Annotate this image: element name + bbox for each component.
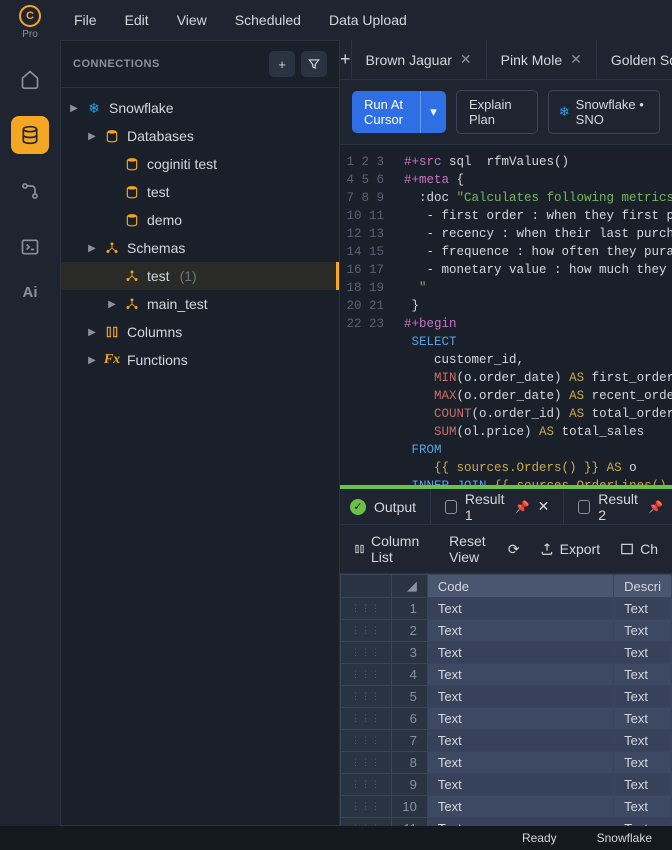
pin-icon[interactable]: 📌 <box>515 500 530 514</box>
schema-icon <box>123 297 141 311</box>
sidebar-title: CONNECTIONS <box>73 58 160 70</box>
menu-data-upload[interactable]: Data Upload <box>329 12 407 28</box>
database-icon <box>123 157 141 171</box>
pin-icon[interactable]: 📌 <box>648 500 663 514</box>
table-row[interactable]: ⋮⋮⋮4TextText <box>341 664 672 686</box>
menu-view[interactable]: View <box>177 12 207 28</box>
menu-file[interactable]: File <box>74 12 97 28</box>
schema-icon <box>103 241 121 255</box>
tree-db-demo[interactable]: demo <box>61 206 339 234</box>
refresh-icon: ⟳ <box>508 541 520 558</box>
app-logo[interactable]: C <box>19 5 41 27</box>
tree-db-coginiti[interactable]: coginiti test <box>61 150 339 178</box>
columns-icon <box>103 325 121 339</box>
rail-home[interactable] <box>11 60 49 98</box>
tree-databases[interactable]: ▶Databases <box>61 122 339 150</box>
column-header-code[interactable]: Code <box>427 575 613 598</box>
run-dropdown[interactable]: ▾ <box>420 91 446 133</box>
output-tab[interactable]: ✓Output <box>340 489 431 524</box>
table-row[interactable]: ⋮⋮⋮2TextText <box>341 620 672 642</box>
close-icon[interactable]: ✕ <box>570 51 582 68</box>
close-icon[interactable]: ✕ <box>460 51 472 68</box>
rail-terminal[interactable] <box>11 228 49 266</box>
tree-snowflake[interactable]: ▶❄Snowflake <box>61 94 339 122</box>
database-icon <box>123 185 141 199</box>
menu-edit[interactable]: Edit <box>125 12 149 28</box>
status-ready: Ready <box>522 831 557 845</box>
new-tab-button[interactable]: + <box>340 40 352 80</box>
tree-schema-test[interactable]: test(1) <box>61 262 339 290</box>
snowflake-icon: ❄ <box>85 100 103 117</box>
add-connection-button[interactable]: + <box>269 51 295 77</box>
table-row[interactable]: ⋮⋮⋮8TextText <box>341 752 672 774</box>
result-2-tab[interactable]: Result 2📌✕ <box>564 489 672 524</box>
tab-pink-mole[interactable]: Pink Mole✕ <box>487 40 597 79</box>
rail-database[interactable] <box>11 116 49 154</box>
filter-button[interactable] <box>301 51 327 77</box>
column-header-desc[interactable]: Descri <box>614 575 672 598</box>
rail-ai[interactable]: Ai <box>23 284 38 301</box>
main-menu: File Edit View Scheduled Data Upload <box>60 12 407 28</box>
tree-schemas[interactable]: ▶Schemas <box>61 234 339 262</box>
export-button[interactable]: Export <box>540 541 600 557</box>
explain-plan-button[interactable]: Explain Plan <box>456 90 538 134</box>
result-1-tab[interactable]: Result 1📌✕ <box>431 489 564 524</box>
table-row[interactable]: ⋮⋮⋮1TextText <box>341 598 672 620</box>
success-icon: ✓ <box>350 499 366 515</box>
table-row[interactable]: ⋮⋮⋮7TextText <box>341 730 672 752</box>
table-row[interactable]: ⋮⋮⋮3TextText <box>341 642 672 664</box>
menu-scheduled[interactable]: Scheduled <box>235 12 301 28</box>
app-edition: Pro <box>22 29 38 40</box>
run-button[interactable]: Run At Cursor <box>352 91 430 133</box>
tree-schema-main-test[interactable]: ▶main_test <box>61 290 339 318</box>
reset-view-button[interactable]: Reset View⟳ <box>449 533 520 565</box>
chart-button[interactable]: Ch <box>620 541 658 557</box>
snowflake-icon: ❄ <box>559 104 570 120</box>
close-icon[interactable]: ✕ <box>538 498 550 515</box>
table-row[interactable]: ⋮⋮⋮9TextText <box>341 774 672 796</box>
code-editor[interactable]: 1 2 3 4 5 6 7 8 9 10 11 12 13 14 15 16 1… <box>340 145 672 485</box>
tree-db-test[interactable]: test <box>61 178 339 206</box>
tree-columns[interactable]: ▶Columns <box>61 318 339 346</box>
tab-golden-squirrel[interactable]: Golden Squirr <box>597 40 672 79</box>
result-grid[interactable]: ◢CodeDescri ⋮⋮⋮1TextText⋮⋮⋮2TextText⋮⋮⋮3… <box>340 574 672 826</box>
table-row[interactable]: ⋮⋮⋮11TextText <box>341 818 672 827</box>
result-icon <box>445 500 457 514</box>
function-icon: Fx <box>103 352 121 368</box>
status-connection: Snowflake <box>597 831 652 845</box>
table-row[interactable]: ⋮⋮⋮5TextText <box>341 686 672 708</box>
table-row[interactable]: ⋮⋮⋮6TextText <box>341 708 672 730</box>
schema-icon <box>123 269 141 283</box>
tree-functions[interactable]: ▶FxFunctions <box>61 346 339 374</box>
database-icon <box>123 213 141 227</box>
connection-chip[interactable]: ❄Snowflake • SNO <box>548 90 660 134</box>
rail-pipeline[interactable] <box>11 172 49 210</box>
table-row[interactable]: ⋮⋮⋮10TextText <box>341 796 672 818</box>
database-icon <box>103 129 121 143</box>
tab-brown-jaguar[interactable]: Brown Jaguar✕ <box>352 40 487 79</box>
column-list-button[interactable]: Column List <box>354 533 429 565</box>
result-icon <box>578 500 590 514</box>
